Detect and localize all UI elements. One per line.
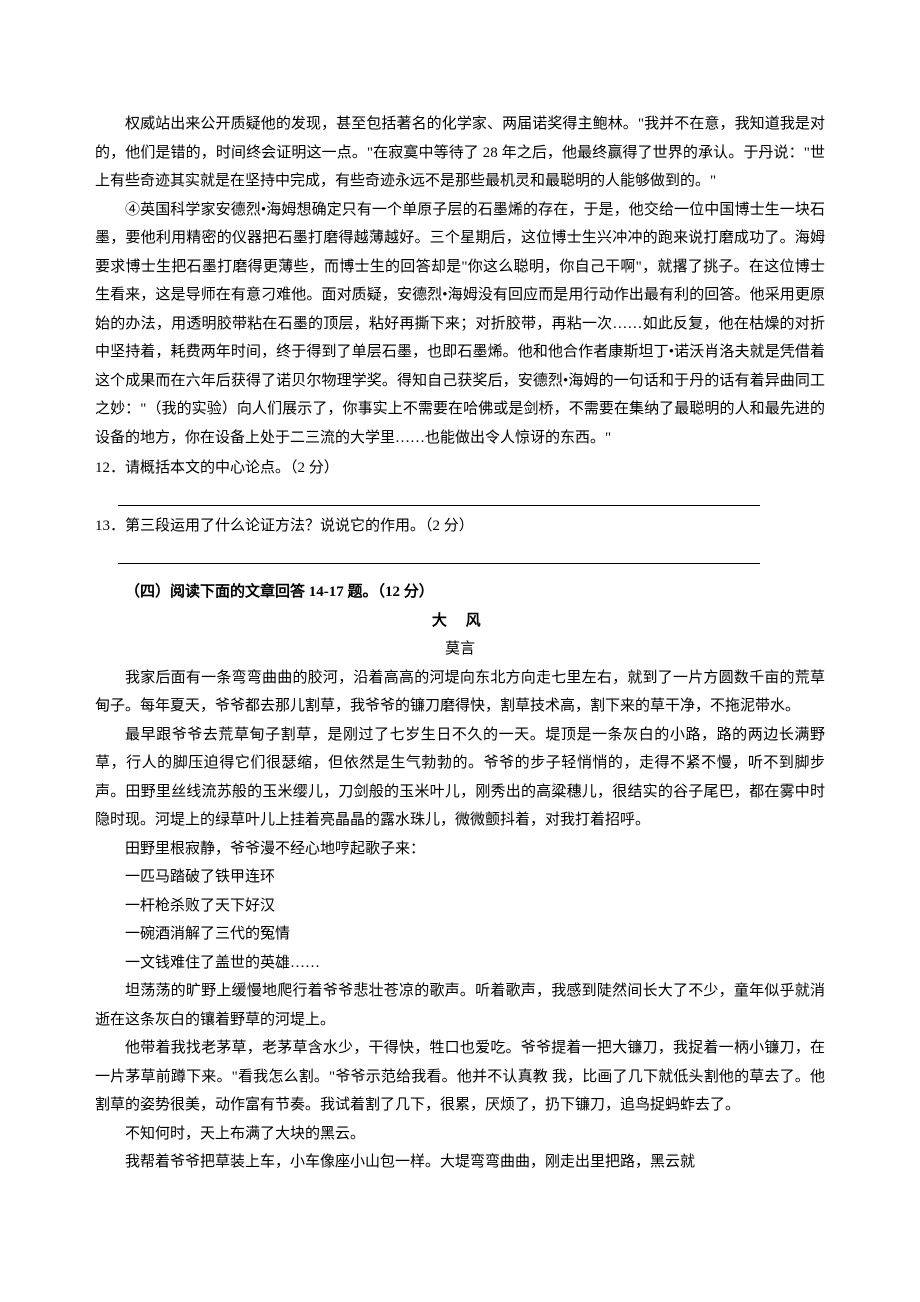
song-line-3: 一碗酒消解了三代的冤情 <box>95 920 825 949</box>
story-paragraph-5: 他带着我找老茅草，老茅草含水少，干得快，牲口也爱吃。爷爷提着一把大镰刀，我捉着一… <box>95 1034 825 1120</box>
story-title: 大 风 <box>95 607 825 636</box>
story-paragraph-7: 我帮着爷爷把草装上车，小车像座小山包一样。大堤弯弯曲曲，刚走出里把路，黑云就 <box>95 1148 825 1177</box>
song-line-2: 一杆枪杀败了天下好汉 <box>95 892 825 921</box>
story-author: 莫言 <box>95 635 825 664</box>
story-paragraph-1: 我家后面有一条弯弯曲曲的胶河，沿着高高的河堤向东北方向走七里左右，就到了一片方圆… <box>95 664 825 721</box>
passage-paragraph-4: ④英国科学家安德烈•海姆想确定只有一个单原子层的石墨烯的存在，于是，他交给一位中… <box>95 196 825 453</box>
answer-line-13[interactable] <box>118 545 760 565</box>
song-line-4: 一文钱难住了盖世的英雄…… <box>95 949 825 978</box>
story-paragraph-4: 坦荡荡的旷野上缓慢地爬行着爷爷悲壮苍凉的歌声。听着歌声，我感到陡然间长大了不少，… <box>95 977 825 1034</box>
passage-paragraph-continued: 权威站出来公开质疑他的发现，甚至包括著名的化学家、两届诺奖得主鲍林。"我并不在意… <box>95 110 825 196</box>
song-line-1: 一匹马踏破了铁甲连环 <box>95 863 825 892</box>
section-4-header: （四）阅读下面的文章回答 14-17 题。（12 分） <box>125 578 825 607</box>
answer-line-12[interactable] <box>118 487 760 507</box>
question-12: 12．请概括本文的中心论点。（2 分） <box>95 454 825 483</box>
story-paragraph-2: 最早跟爷爷去荒草甸子割草，是刚过了七岁生日不久的一天。堤顶是一条灰白的小路，路的… <box>95 721 825 835</box>
question-13: 13．第三段运用了什么论证方法？说说它的作用。（2 分） <box>95 512 825 541</box>
story-paragraph-6: 不知何时，天上布满了大块的黑云。 <box>95 1120 825 1149</box>
story-paragraph-3: 田野里根寂静，爷爷漫不经心地哼起歌子来： <box>95 835 825 864</box>
